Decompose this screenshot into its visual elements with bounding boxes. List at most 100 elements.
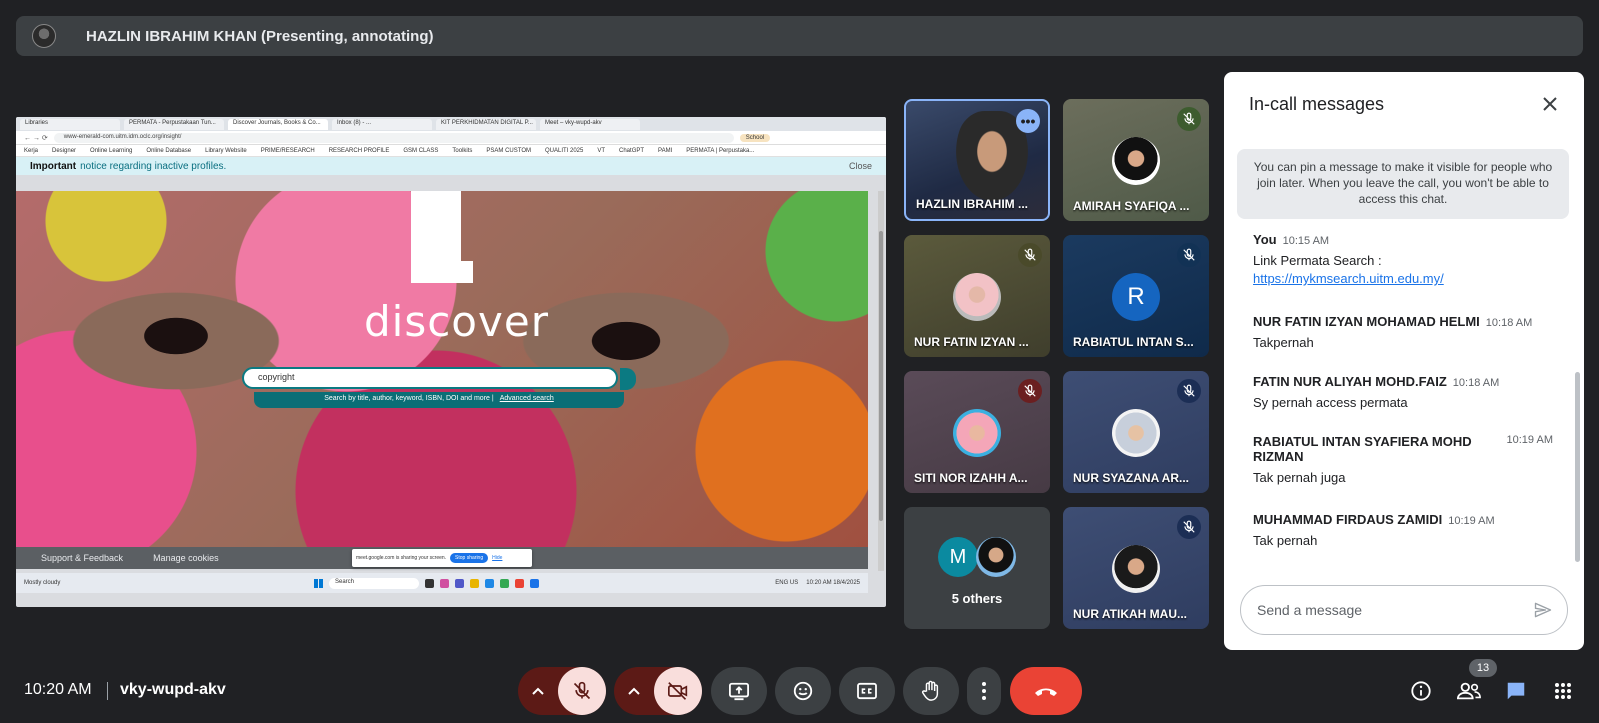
notice-banner: Important notice regarding inactive profi… [16, 157, 886, 175]
activities-grid-icon[interactable] [1550, 678, 1576, 704]
message-sender: FATIN NUR ALIYAH MOHD.FAIZ [1253, 374, 1447, 389]
people-count-badge: 13 [1469, 659, 1497, 677]
camera-off-button[interactable] [654, 667, 702, 715]
browser-address-bar: ← → ⟳ www-emerald-com.uitm.idm.oclc.org/… [16, 131, 886, 145]
footer-link: Manage cookies [153, 553, 219, 563]
participant-avatar [953, 273, 1001, 321]
chat-message: FATIN NUR ALIYAH MOHD.FAIZ 10:18 AM Sy pe… [1253, 374, 1553, 412]
message-link[interactable]: https://mykmsearch.uitm.edu.my/ [1253, 271, 1444, 286]
captions-button[interactable] [839, 667, 895, 715]
send-icon[interactable] [1533, 600, 1553, 623]
bookmark: QUALITI 2025 [544, 147, 584, 154]
audio-options-chevron-icon[interactable] [528, 681, 548, 701]
participant-tile[interactable]: AMIRAH SYAFIQA ... [1063, 99, 1209, 221]
taskbar-search: Search [329, 577, 419, 589]
windows-taskbar: Mostly cloudy Search ENG US 10:20 AM 18/… [16, 573, 868, 593]
raise-hand-button[interactable] [903, 667, 959, 715]
bookmark: PSAM CUSTOM [486, 147, 531, 154]
taskbar-app-icon [515, 578, 524, 588]
participant-tile[interactable]: NUR SYAZANA AR... [1063, 371, 1209, 493]
leave-call-button[interactable] [1010, 667, 1082, 715]
mic-off-button[interactable] [558, 667, 606, 715]
page-scrollbar [878, 191, 884, 571]
browser-url: www-emerald-com.uitm.idm.oclc.org/insigh… [53, 132, 734, 143]
hero-image: discover copyright Search by title, auth… [16, 191, 868, 547]
taskbar-app-icon [440, 578, 449, 588]
pin-message-note: You can pin a message to make it visible… [1237, 149, 1569, 219]
message-time: 10:15 AM [1282, 235, 1330, 247]
participant-name: NUR FATIN IZYAN ... [914, 335, 1029, 349]
message-time: 10:18 AM [1485, 317, 1533, 329]
advanced-search-link: Advanced search [499, 395, 554, 402]
participant-name: NUR SYAZANA AR... [1073, 471, 1190, 485]
more-options-icon[interactable]: ••• [1016, 109, 1040, 133]
message-text: Tak pernah [1253, 533, 1318, 548]
emoji-reaction-button[interactable] [775, 667, 831, 715]
hide-link: Hide [492, 555, 503, 561]
taskbar-app-icon [500, 578, 509, 588]
discover-search-box: copyright [242, 367, 618, 389]
participant-tile[interactable]: SITI NOR IZAHH A... [904, 371, 1050, 493]
mic-off-icon [1177, 515, 1201, 539]
chat-title: In-call messages [1249, 94, 1385, 114]
presenter-bar: HAZLIN IBRAHIM KHAN (Presenting, annotat… [16, 16, 1583, 56]
browser-nav-icons: ← → ⟳ [24, 134, 48, 142]
mic-off-icon [1177, 107, 1201, 131]
message-text: Tak pernah juga [1253, 470, 1346, 485]
message-sender: MUHAMMAD FIRDAUS ZAMIDI [1253, 512, 1443, 527]
bookmark: Kerja [24, 147, 39, 154]
bookmark: Online Learning [90, 147, 133, 154]
chat-scrollbar[interactable] [1575, 372, 1580, 562]
others-avatar-photo [976, 537, 1016, 577]
browser-tab: Meet – vky-wupd-akv [540, 118, 640, 130]
participant-name: NUR ATIKAH MAU... [1073, 607, 1187, 621]
send-message-input[interactable]: Send a message [1240, 585, 1568, 635]
message-sender: NUR FATIN IZYAN MOHAMAD HELMI [1253, 314, 1480, 329]
chat-message: MUHAMMAD FIRDAUS ZAMIDI 10:19 AM Tak pern… [1253, 512, 1553, 550]
participant-tile[interactable]: R RABIATUL INTAN S... [1063, 235, 1209, 357]
message-text: Sy pernah access permata [1253, 395, 1408, 410]
windows-start-icon [314, 578, 323, 588]
taskbar-app-icon [425, 578, 434, 588]
taskbar-app-icon [530, 578, 539, 588]
video-options-chevron-icon[interactable] [624, 681, 644, 701]
more-options-button[interactable] [967, 667, 1001, 715]
meeting-code: vky-wupd-akv [120, 681, 226, 698]
bookmark: Online Database [146, 147, 192, 154]
bookmark: ChatGPT [619, 147, 645, 154]
participant-avatar [1112, 137, 1160, 185]
taskbar-weather: Mostly cloudy [24, 580, 61, 586]
screen-sharing-bar: meet.google.com is sharing your screen. … [352, 549, 532, 567]
browser-tabbar: Libraries PERMATA - Perpustakaan Tun... … [16, 117, 886, 131]
bookmark: Designer [52, 147, 77, 154]
bookmark: PAMI [658, 147, 673, 154]
discover-logo-text: discover [364, 297, 549, 346]
participant-tile[interactable]: NUR FATIN IZYAN ... [904, 235, 1050, 357]
close-icon[interactable] [1536, 90, 1564, 118]
taskbar-lang: ENG US [775, 580, 799, 586]
bookmark: PERMATA | Perpustaka... [686, 147, 755, 154]
meeting-info-icon[interactable] [1408, 678, 1434, 704]
chat-icon[interactable] [1503, 678, 1529, 704]
message-sender: You [1253, 232, 1277, 247]
taskbar-app-icon [455, 578, 464, 588]
browser-tab-active: Discover Journals, Books & Co... [228, 118, 328, 130]
participant-tile[interactable]: NUR ATIKAH MAU... [1063, 507, 1209, 629]
people-icon[interactable] [1456, 678, 1482, 704]
participant-name: RABIATUL INTAN S... [1073, 335, 1194, 349]
stop-sharing-button: Stop sharing [450, 553, 489, 563]
present-screen-button[interactable] [711, 667, 767, 715]
mic-off-icon [1177, 379, 1201, 403]
bookmark: VT [597, 147, 606, 154]
participant-tile-others[interactable]: M 5 others [904, 507, 1050, 629]
browser-bookmarks-bar: Kerja Designer Online Learning Online Da… [16, 145, 886, 157]
bookmark: PRIME/RESEARCH [260, 147, 315, 154]
participant-name: AMIRAH SYAFIQA ... [1073, 199, 1190, 213]
video-control-group [614, 667, 702, 715]
footer-link: Support & Feedback [41, 553, 124, 563]
search-hint-text: Search by title, author, keyword, ISBN, … [324, 395, 494, 402]
participant-tile[interactable]: ••• HAZLIN IBRAHIM ... [904, 99, 1050, 221]
others-count: 5 others [951, 591, 1003, 606]
message-time: 10:18 AM [1452, 377, 1500, 389]
browser-tab: Inbox (8) - ... [332, 118, 432, 130]
